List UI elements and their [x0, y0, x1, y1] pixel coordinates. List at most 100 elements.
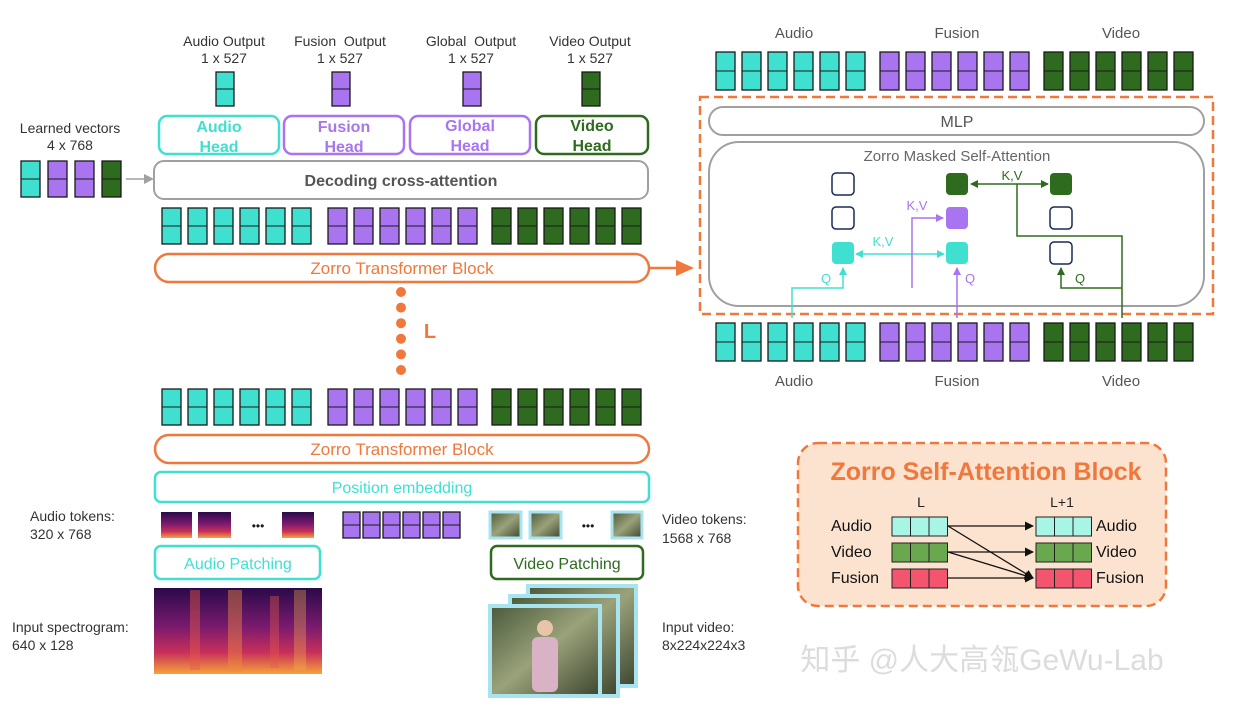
- video-output-dims: 1 x 527: [567, 50, 613, 66]
- video-frame-patch: [610, 510, 644, 540]
- block-row-cell: [891, 568, 911, 589]
- audio-tokens-title: Audio tokens:: [30, 508, 115, 524]
- block-row-cell: [1054, 516, 1074, 537]
- block-row-label-out: Audio: [1096, 518, 1137, 535]
- block-row-cell: [1072, 516, 1092, 537]
- attn-node-video-empty: [1049, 241, 1073, 265]
- diagram-canvas: Audio Output 1 x 527 Fusion Output 1 x 5…: [12, 25, 1215, 698]
- audio-output-title: Audio Output: [183, 33, 265, 49]
- spectrogram-band: [190, 590, 200, 670]
- block-row-cell: [1072, 542, 1092, 563]
- video-frame-patch: [488, 510, 523, 540]
- attn-video-q-label: Q: [1075, 271, 1085, 286]
- attn-fusion-q-label: Q: [965, 271, 975, 286]
- block-row-cell: [928, 516, 948, 537]
- block-row-label-in: Video: [831, 544, 872, 561]
- input-video-dims: 8x224x224x3: [662, 637, 746, 653]
- layer-dot: [396, 287, 406, 297]
- spectrogram-patch: [161, 512, 192, 538]
- layer-dot: [396, 302, 406, 313]
- transformer-block-lower-label: Zorro Transformer Block: [310, 440, 494, 459]
- block-row-cell: [1035, 542, 1055, 563]
- input-spectrogram-image: [154, 588, 322, 674]
- video-frame-patches: [488, 510, 644, 540]
- audio-patch-ellipsis: •••: [252, 519, 265, 533]
- attn-node-audio-query: [832, 242, 854, 264]
- video-patching-label: Video Patching: [513, 556, 620, 573]
- fusion-head-line1: Fusion: [318, 119, 370, 136]
- input-video-title: Input video:: [662, 619, 734, 635]
- layer-dot: [396, 333, 406, 344]
- detail-bottom-video-label: Video: [1102, 373, 1140, 390]
- detail-bottom-tokens: [715, 322, 1194, 362]
- zorro-architecture-diagram: Audio Output 1 x 527 Fusion Output 1 x 5…: [0, 0, 1234, 709]
- layer-count-label: L: [424, 321, 436, 343]
- learned-vectors-dims: 4 x 768: [47, 137, 93, 153]
- block-row-label-out: Video: [1096, 544, 1137, 561]
- attn-node-video-empty: [1049, 206, 1073, 230]
- layer-dot: [396, 318, 406, 329]
- audio-patching-label: Audio Patching: [184, 556, 292, 573]
- video-tokens-dims: 1568 x 768: [662, 530, 731, 546]
- fusion-output-dims: 1 x 527: [317, 50, 363, 66]
- violinist-body: [532, 637, 558, 692]
- position-embedding-label: Position embedding: [332, 480, 473, 497]
- block-layer-out-label: L+1: [1050, 494, 1074, 510]
- block-row-cell: [891, 516, 911, 537]
- attn-node-video-query: [1050, 173, 1072, 195]
- video-output-title: Video Output: [549, 33, 631, 49]
- block-row-cell: [910, 568, 930, 589]
- spectrogram-band: [270, 596, 279, 668]
- attn-fusion-kv-label: K,V: [907, 198, 928, 213]
- video-patch-ellipsis: •••: [582, 519, 595, 533]
- attn-node-fusion-audio: [946, 242, 968, 264]
- block-row-cell: [1072, 568, 1092, 589]
- attn-node-fusion-fusion: [946, 207, 968, 229]
- spectrogram-band: [294, 590, 306, 670]
- attn-audio-kv-label: K,V: [873, 234, 894, 249]
- block-row-cell: [910, 542, 930, 563]
- attn-audio-q-label: Q: [821, 271, 831, 286]
- masked-attention-label: Zorro Masked Self-Attention: [864, 148, 1051, 165]
- block-layer-in-label: L: [917, 494, 925, 510]
- learned-vector-tokens: [20, 160, 122, 198]
- self-attention-block-title: Zorro Self-Attention Block: [830, 458, 1141, 486]
- block-row-cell: [910, 516, 930, 537]
- block-row-cell: [1035, 568, 1055, 589]
- learned-vectors-title: Learned vectors: [20, 120, 120, 136]
- video-head-line2: Head: [572, 138, 611, 155]
- fusion-output-title: Fusion Output: [294, 33, 386, 49]
- watermark: 知乎 @人大高瓴GeWu-Lab: [800, 644, 1163, 677]
- block-row-cell: [1054, 542, 1074, 563]
- global-output-dims: 1 x 527: [448, 50, 494, 66]
- mlp-label: MLP: [941, 114, 974, 131]
- token-row-lower: [161, 388, 642, 426]
- detail-top-video-label: Video: [1102, 25, 1140, 42]
- detail-top-audio-label: Audio: [775, 25, 813, 42]
- spectrogram-band: [228, 590, 242, 672]
- block-row-label-in: Fusion: [831, 570, 879, 587]
- fusion-head-line2: Head: [324, 139, 363, 156]
- spectrogram-patch: [198, 512, 231, 538]
- layer-dot: [396, 365, 406, 375]
- fusion-input-tokens: [342, 511, 461, 539]
- audio-head-line2: Head: [199, 139, 238, 156]
- detail-bottom-fusion-label: Fusion: [934, 373, 979, 390]
- attn-node-audio-empty: [831, 206, 855, 230]
- input-video-frames: [488, 584, 638, 698]
- global-head-line2: Head: [450, 138, 489, 155]
- audio-spectrogram-patches: [161, 512, 314, 538]
- video-frame-patch: [528, 510, 563, 540]
- transformer-block-upper-label: Zorro Transformer Block: [310, 259, 494, 278]
- layer-dot: [396, 349, 406, 360]
- video-tokens-title: Video tokens:: [662, 511, 747, 527]
- attn-video-kv-label: K,V: [1002, 168, 1023, 183]
- attn-node-fusion-video: [946, 173, 968, 195]
- violinist-head: [537, 620, 553, 636]
- global-output-title: Global Output: [426, 33, 516, 49]
- block-row-cell: [928, 568, 948, 589]
- global-head-line1: Global: [445, 118, 495, 135]
- block-row-cell: [1035, 516, 1055, 537]
- block-row-label-in: Audio: [831, 518, 872, 535]
- input-spectrogram-dims: 640 x 128: [12, 637, 74, 653]
